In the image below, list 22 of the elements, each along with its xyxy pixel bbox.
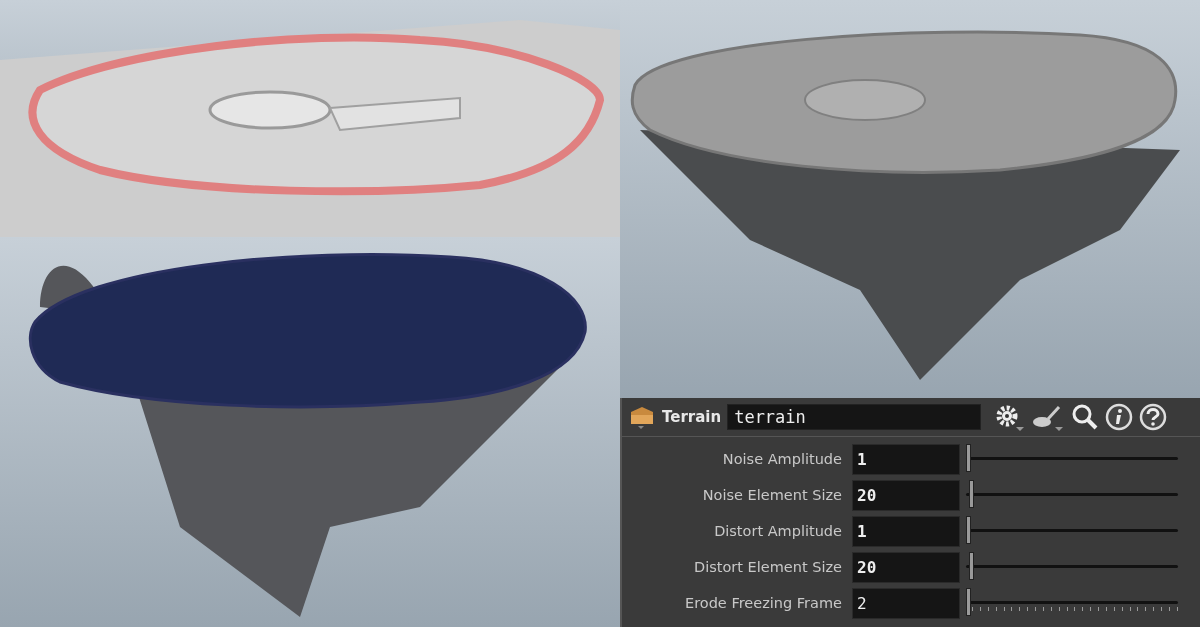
- parameter-value-field[interactable]: 2: [852, 587, 960, 619]
- help-icon[interactable]: [1139, 403, 1168, 431]
- parameter-slider[interactable]: [966, 479, 1178, 511]
- node-type-label: Terrain: [662, 408, 722, 426]
- parameter-label: Noise Amplitude: [721, 451, 843, 467]
- parameter-label: Distort Amplitude: [713, 523, 843, 539]
- parameter-slider[interactable]: [966, 551, 1178, 583]
- parameter-value-field[interactable]: 1: [852, 515, 960, 547]
- box-icon: [628, 404, 656, 430]
- parameter-slider[interactable]: [966, 443, 1178, 475]
- parameter-label: Erode Freezing Frame: [684, 595, 843, 611]
- search-icon[interactable]: [1071, 403, 1100, 431]
- parameter-label: Noise Element Size: [701, 487, 843, 503]
- parameter-slider[interactable]: [966, 515, 1178, 547]
- parameter-value-field[interactable]: 1: [852, 443, 960, 475]
- info-icon[interactable]: [1105, 403, 1134, 431]
- parameter-slider[interactable]: [966, 587, 1178, 619]
- node-name-field[interactable]: terrain: [727, 404, 982, 430]
- parameter-value-field[interactable]: 20: [852, 551, 960, 583]
- parameter-value-field[interactable]: 20: [852, 479, 960, 511]
- parameter-label: Distort Element Size: [693, 559, 843, 575]
- node-type-menu[interactable]: [628, 404, 656, 430]
